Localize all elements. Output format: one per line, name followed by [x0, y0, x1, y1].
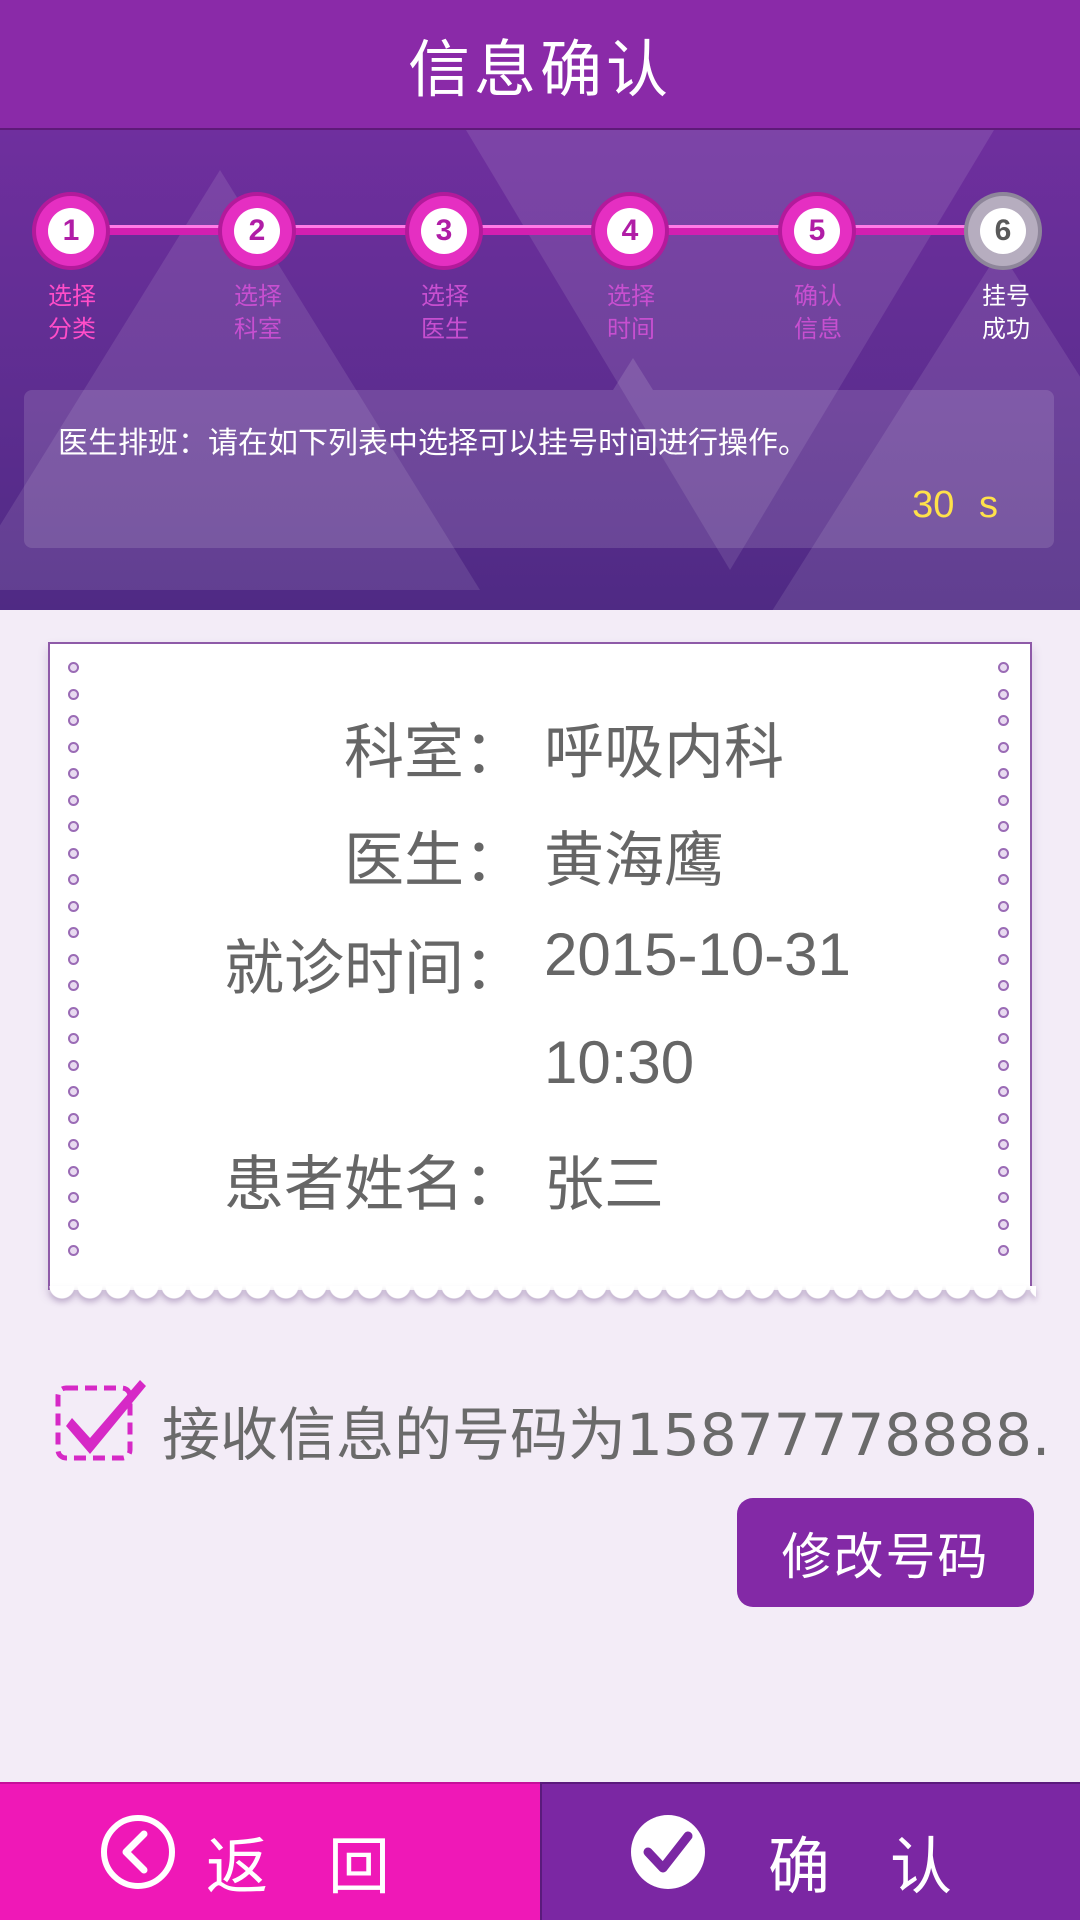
perforation-dot [998, 715, 1009, 726]
step-1-label: 选择 分类 [48, 282, 96, 343]
perforation-dot [68, 741, 79, 753]
perforation-dot [998, 768, 1009, 779]
steps-progress-line [70, 225, 1005, 235]
perforation-dot [68, 1112, 79, 1124]
notice-pointer [613, 358, 653, 390]
step-number: 2 [234, 208, 280, 254]
patient-label: 患者姓名： [224, 1150, 524, 1220]
title-bar: 信息确认 [0, 0, 1080, 130]
department-label: 科室： [344, 718, 524, 788]
bottom-action-bar: 返回 确认 [0, 1782, 1080, 1920]
perforation-dot [998, 1165, 1009, 1177]
back-button[interactable]: 返回 [0, 1782, 540, 1920]
perforation-dot [998, 688, 1009, 700]
perforation-dot [68, 688, 79, 700]
countdown-timer: 30 s [912, 484, 998, 526]
notice-box: 医生排班：请在如下列表中选择可以挂号时间进行操作。 30 s [24, 390, 1054, 548]
perforation-dot [68, 662, 79, 673]
perforation-dot [998, 1112, 1009, 1124]
page-title: 信息确认 [407, 33, 672, 106]
perforation-dot [998, 953, 1009, 965]
checkbox-checked-icon [55, 1380, 146, 1461]
perforation-dot [68, 794, 79, 806]
visit-clock-value: 10:30 [544, 1029, 695, 1096]
perforation-dot [68, 1139, 79, 1150]
step-6-indicator: 6 [968, 196, 1038, 266]
sms-checkbox[interactable] [54, 1374, 150, 1464]
step-number: 4 [607, 208, 653, 254]
perforation-dot [998, 900, 1009, 912]
progress-header: 1 2 3 4 5 6 选择 分类 选择 科室 选择 医生 选择 时间 确认 信息 挂号成… [0, 130, 1080, 610]
perforation-dot [68, 847, 79, 859]
step-5-indicator: 5 [782, 196, 852, 266]
modify-number-button[interactable]: 修改号码 [737, 1498, 1034, 1607]
confirm-button-label: 确认 [768, 1830, 1013, 1903]
step-4-indicator: 4 [595, 196, 665, 266]
step-3-indicator: 3 [409, 196, 479, 266]
back-arrow-icon [101, 1815, 175, 1889]
perforation-dot [68, 874, 79, 885]
perforation-dot [998, 741, 1009, 753]
visit-time-label: 就诊时间： [224, 934, 524, 1004]
step-3-label: 选择 医生 [421, 282, 469, 343]
step-2-label: 选择 科室 [234, 282, 282, 343]
visit-date-value: 2015-10-31 [544, 921, 851, 988]
step-4-label: 选择 时间 [607, 282, 655, 343]
ticket-scalloped-edge [48, 1286, 1036, 1304]
confirm-button[interactable]: 确认 [542, 1782, 1080, 1920]
sms-phone-text: 接收信息的号码为15877778888. [162, 1401, 1051, 1469]
perforation-dot [68, 768, 79, 779]
appointment-ticket: 科室： 呼吸内科 医生： 黄海鹰 就诊时间： 2015-10-31 10:30 … [48, 642, 1036, 1304]
perforation-dot [998, 662, 1009, 673]
perforation-dot [68, 1218, 79, 1230]
perforation-dot [68, 715, 79, 726]
perforation-dot [68, 980, 79, 991]
perforation-dot [68, 1006, 79, 1018]
perforation-dot [68, 1165, 79, 1177]
perforation-dot [68, 821, 79, 832]
patient-value: 张三 [544, 1151, 664, 1218]
step-number: 1 [48, 208, 94, 254]
perforation-dot [998, 1139, 1009, 1150]
perforation-dot [998, 927, 1009, 938]
perforation-dot [68, 1245, 79, 1256]
back-button-label: 返回 [206, 1830, 451, 1903]
step-number: 6 [980, 208, 1026, 254]
perforation-dot [68, 1033, 79, 1044]
step-number: 3 [421, 208, 467, 254]
perforation-dot [998, 1033, 1009, 1044]
perforation-dot [998, 847, 1009, 859]
perforation-dot [68, 1192, 79, 1203]
perforation-dot [998, 874, 1009, 885]
perforation-dot [998, 1245, 1009, 1256]
department-value: 呼吸内科 [544, 719, 784, 786]
perforation-dot [998, 980, 1009, 991]
perforation-dot [68, 927, 79, 938]
step-2-indicator: 2 [222, 196, 292, 266]
checkmark-circle-icon [631, 1815, 705, 1889]
doctor-value: 黄海鹰 [544, 827, 724, 894]
perforation-dot [68, 900, 79, 912]
perforation-dot [68, 1086, 79, 1097]
ticket-perforation-left [68, 662, 82, 1262]
perforation-dot [998, 794, 1009, 806]
perforation-dot [998, 1218, 1009, 1230]
doctor-label: 医生： [344, 826, 524, 896]
perforation-dot [68, 953, 79, 965]
step-1-indicator: 1 [36, 196, 106, 266]
ticket-perforation-right [998, 662, 1012, 1262]
perforation-dot [998, 1192, 1009, 1203]
step-5-label: 确认 信息 [794, 282, 842, 343]
perforation-dot [998, 1059, 1009, 1071]
notice-text: 医生排班：请在如下列表中选择可以挂号时间进行操作。 [58, 426, 808, 461]
perforation-dot [998, 1086, 1009, 1097]
step-6-label: 挂号 成功 [982, 282, 1030, 343]
step-number: 5 [794, 208, 840, 254]
perforation-dot [68, 1059, 79, 1071]
perforation-dot [998, 821, 1009, 832]
perforation-dot [998, 1006, 1009, 1018]
